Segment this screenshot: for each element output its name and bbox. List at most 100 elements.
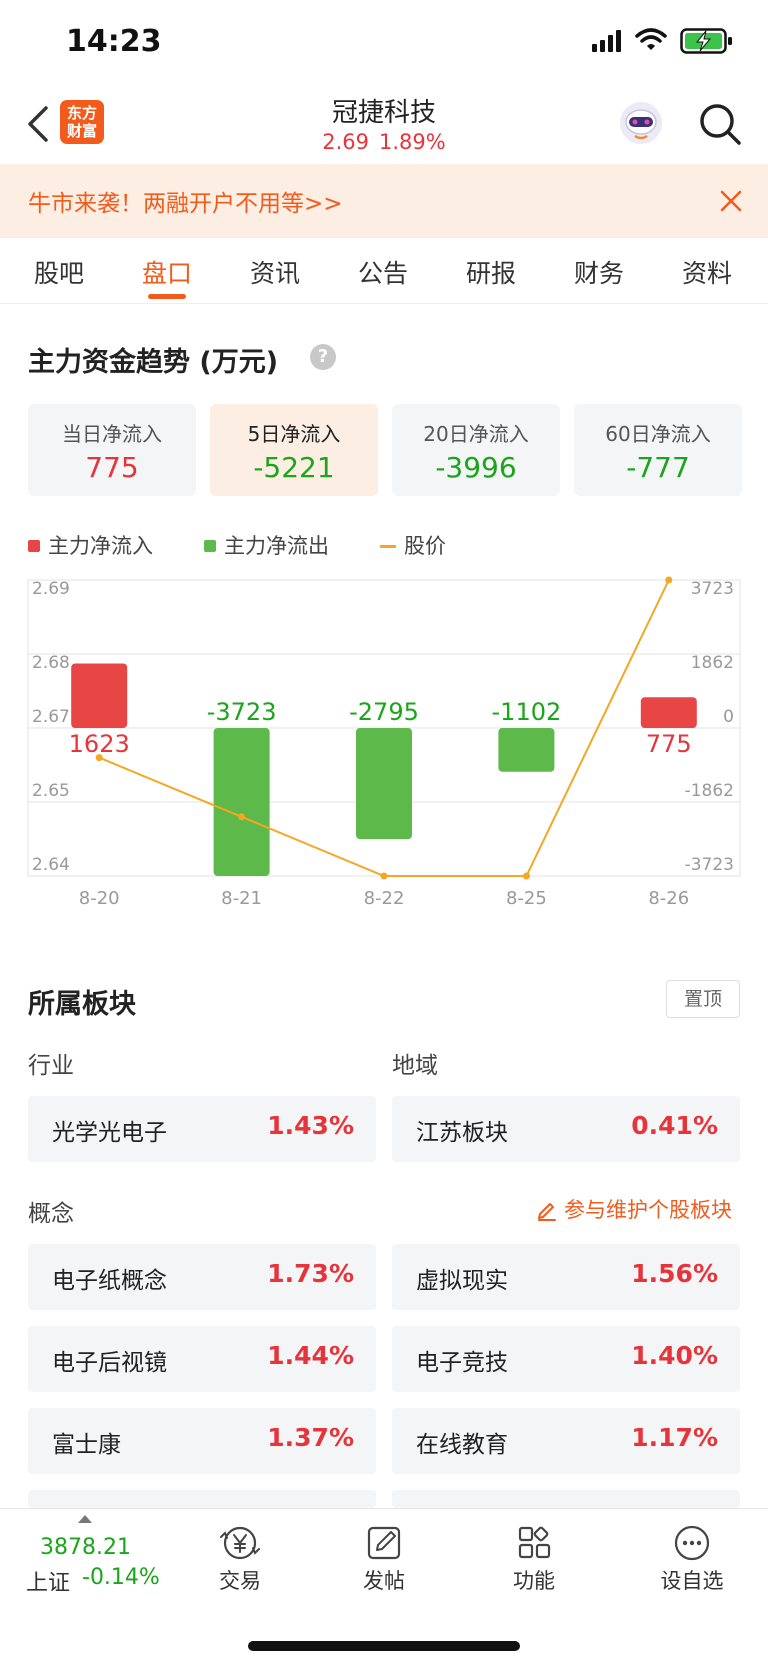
left-axis-tick: 2.68 — [32, 653, 70, 673]
industry-label: 行业 — [28, 1053, 74, 1079]
bar-value-label: -2795 — [349, 698, 419, 726]
right-axis-tick: -3723 — [685, 855, 734, 875]
concept-chip[interactable]: 电子纸概念 1.73% — [28, 1244, 376, 1310]
close-icon[interactable] — [718, 188, 744, 214]
flow-card-value: -3996 — [435, 451, 517, 484]
price-point — [665, 576, 673, 584]
sector-name: 电子后视镜 — [52, 1350, 167, 1376]
sectors-title: 所属板块 — [28, 989, 136, 1020]
concept-chip[interactable]: 在线教育 1.17% — [392, 1408, 740, 1474]
right-axis-tick: 3723 — [691, 579, 734, 599]
pencil-icon — [538, 1203, 556, 1221]
legend-outflow-label: 主力净流出 — [224, 534, 329, 558]
trade-label: 交易 — [219, 1569, 261, 1593]
sector-pct: 1.73% — [267, 1259, 354, 1288]
sector-name: 光学光电子 — [52, 1120, 167, 1146]
sector-pct: 0.41% — [631, 1111, 718, 1140]
sector-name: 在线教育 — [416, 1432, 508, 1458]
maintain-sectors-label[interactable]: 参与维护个股板块 — [564, 1198, 732, 1222]
stock-change-pct: 1.89% — [379, 130, 446, 154]
stock-tabs: 股吧 盘口 资讯 公告 研报 财务 资料 — [0, 238, 768, 304]
inflow-bar — [71, 663, 128, 728]
sector-chip-industry[interactable]: 光学光电子 1.43% — [28, 1096, 376, 1162]
promo-banner[interactable]: 牛市来袭！两融开户不用等>> — [0, 164, 768, 238]
legend-price: 股价 — [380, 530, 446, 560]
maintain-sectors-link[interactable]: 参与维护个股板块 — [536, 1194, 732, 1224]
help-icon[interactable]: ? — [310, 344, 336, 370]
bar-value-label: 775 — [646, 730, 692, 758]
flow-card-20day[interactable]: 20日净流入 -3996 — [392, 404, 560, 496]
flow-card-value: -5221 — [253, 451, 335, 484]
sector-pct: 1.44% — [267, 1341, 354, 1370]
concept-chip[interactable] — [392, 1490, 740, 1508]
cellular-signal-icon — [592, 30, 621, 52]
more-dots-icon — [674, 1525, 710, 1561]
legend-swatch — [204, 540, 216, 552]
tab-news[interactable]: 资讯 — [221, 254, 329, 290]
flow-card-label: 20日净流入 — [423, 422, 529, 446]
left-axis-tick: 2.65 — [32, 781, 70, 801]
price-point — [95, 754, 103, 762]
sector-pct: 1.40% — [631, 1341, 718, 1370]
sector-name: 虚拟现实 — [416, 1268, 508, 1294]
left-axis-tick: 2.67 — [32, 707, 70, 727]
bottom-toolbar: 3878.21 上证 -0.14% 交易 发帖 功能 设自选 — [0, 1508, 768, 1663]
post-label: 发帖 — [363, 1569, 405, 1593]
index-change: -0.14% — [82, 1565, 160, 1590]
sector-pct: 1.37% — [267, 1423, 354, 1452]
concept-chip[interactable]: 虚拟现实 1.56% — [392, 1244, 740, 1310]
x-axis-tick: 8-26 — [648, 888, 689, 909]
sector-name: 电子纸概念 — [52, 1268, 167, 1294]
outflow-bar — [498, 728, 555, 772]
promo-banner-text[interactable]: 牛市来袭！两融开户不用等>> — [28, 184, 343, 218]
legend-inflow-label: 主力净流入 — [48, 534, 153, 558]
home-indicator — [248, 1641, 520, 1651]
stock-price: 2.69 — [322, 130, 370, 154]
functions-button[interactable]: 功能 — [484, 1523, 584, 1595]
ai-assistant-robot-icon[interactable] — [618, 100, 664, 146]
legend-outflow: 主力净流出 — [204, 530, 329, 560]
price-point — [522, 872, 530, 880]
concept-chip[interactable] — [28, 1490, 376, 1508]
tab-guba[interactable]: 股吧 — [5, 254, 113, 290]
sector-pct: 1.43% — [267, 1111, 354, 1140]
battery-charging-icon — [680, 28, 732, 54]
search-icon[interactable] — [696, 100, 744, 148]
bar-value-label: 1623 — [69, 730, 130, 758]
tab-research[interactable]: 研报 — [437, 254, 545, 290]
flow-card-value: -777 — [626, 451, 690, 484]
legend-line — [380, 545, 396, 548]
sector-name: 富士康 — [52, 1432, 121, 1458]
x-axis-tick: 8-20 — [79, 888, 120, 909]
tab-finance[interactable]: 财务 — [545, 254, 653, 290]
outflow-bar — [356, 728, 412, 840]
wifi-icon — [635, 28, 667, 50]
sector-chip-region[interactable]: 江苏板块 0.41% — [392, 1096, 740, 1162]
right-axis-tick: 1862 — [691, 653, 734, 673]
post-button[interactable]: 发帖 — [334, 1523, 434, 1595]
price-point — [238, 813, 246, 821]
bar-value-label: -1102 — [492, 698, 562, 726]
trade-button[interactable]: 交易 — [190, 1523, 290, 1595]
flow-card-today[interactable]: 当日净流入 775 — [28, 404, 196, 496]
pin-to-top-button[interactable]: 置顶 — [666, 980, 740, 1018]
sector-name: 江苏板块 — [416, 1120, 508, 1146]
bar-value-label: -3723 — [207, 698, 277, 726]
legend-swatch — [28, 540, 40, 552]
concept-chip[interactable]: 电子后视镜 1.44% — [28, 1326, 376, 1392]
concept-chip[interactable]: 富士康 1.37% — [28, 1408, 376, 1474]
concept-chip[interactable]: 电子竞技 1.40% — [392, 1326, 740, 1392]
tab-announcements[interactable]: 公告 — [329, 254, 437, 290]
tab-profile[interactable]: 资料 — [653, 254, 761, 290]
caret-up-icon[interactable] — [78, 1515, 92, 1523]
sector-name: 电子竞技 — [416, 1350, 508, 1376]
add-watchlist-button[interactable]: 设自选 — [642, 1523, 742, 1595]
flow-card-60day[interactable]: 60日净流入 -777 — [574, 404, 742, 496]
grid-apps-icon — [518, 1526, 551, 1559]
tab-pankou[interactable]: 盘口 — [113, 254, 221, 290]
flow-card-label: 5日净流入 — [247, 422, 341, 446]
price-point — [380, 872, 388, 880]
region-label: 地域 — [392, 1053, 438, 1079]
flow-card-5day[interactable]: 5日净流入 -5221 — [210, 404, 378, 496]
flow-card-label: 当日净流入 — [62, 422, 162, 446]
